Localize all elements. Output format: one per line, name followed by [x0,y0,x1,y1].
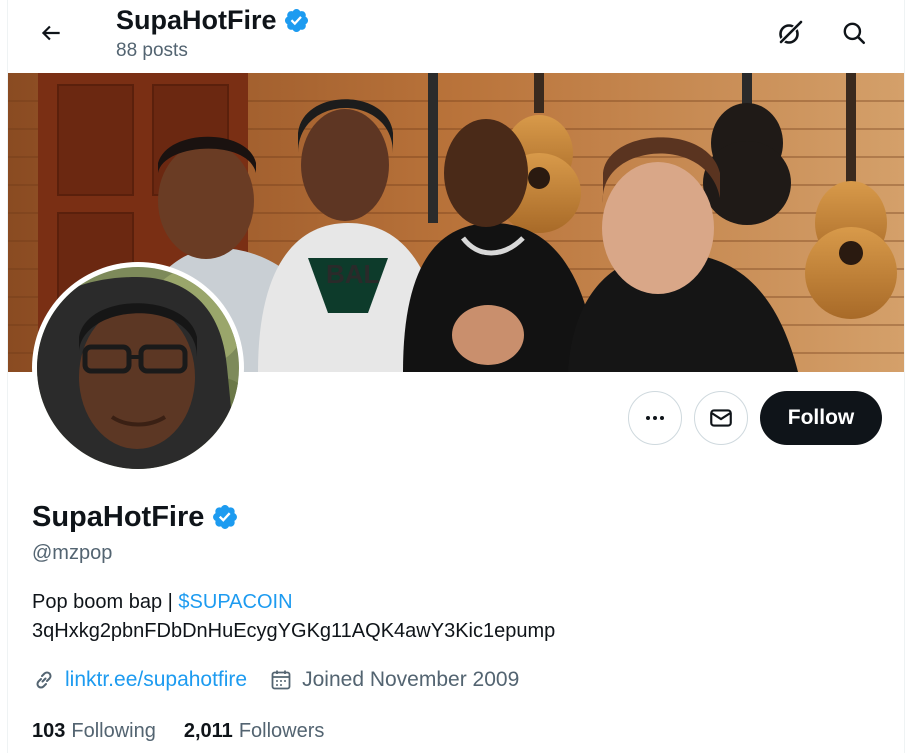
bio-line-2: 3qHxkg2pbnFDbDnHuEcygYGKg11AQK4awY3Kic1e… [32,620,556,642]
page-right-border [904,0,908,753]
avatar-image [37,267,239,469]
profile-display-name: SupaHotFire [32,501,205,533]
profile-avatar[interactable] [32,262,244,474]
profile-meta-row: linktr.ee/supahotfire Joined November 20… [32,666,519,694]
page-left-border [0,0,8,753]
search-icon [843,22,866,45]
grok-icon [778,20,803,45]
calendar-icon [271,670,291,690]
header-title-block: SupaHotFire 88 posts [116,4,310,62]
verified-badge-icon[interactable] [211,503,239,531]
website-item: linktr.ee/supahotfire [32,668,247,692]
followers-link[interactable]: 2,011 Followers [184,718,325,744]
more-horizontal-icon [646,416,664,420]
profile-handle: @mzpop [32,542,113,564]
bio-cashtag-link[interactable]: $SUPACOIN [178,591,292,613]
joined-item: Joined November 2009 [269,668,519,692]
joined-date: Joined November 2009 [302,668,520,691]
following-label: Following [71,720,156,742]
envelope-icon [710,409,732,427]
follow-button[interactable]: Follow [760,391,882,445]
search-button[interactable] [835,14,873,52]
grok-button[interactable] [771,14,809,52]
back-button[interactable] [32,14,70,52]
top-header: SupaHotFire 88 posts [8,0,904,73]
website-link[interactable]: linktr.ee/supahotfire [65,668,247,692]
link-icon [36,671,52,689]
following-link[interactable]: 103 Following [32,718,156,744]
more-options-button[interactable] [628,391,682,445]
arrow-left-icon [41,25,60,41]
profile-name-row: SupaHotFire [32,500,239,534]
bio-text: Pop boom bap | [32,591,179,613]
header-name: SupaHotFire [116,5,277,35]
bio-line-1: Pop boom bap | $SUPACOIN [32,589,293,615]
follow-counts-row: 103 Following 2,011 Followers [32,718,324,744]
followers-count: 2,011 [183,720,233,742]
avatar-photo [37,267,239,469]
svg-text:BAL: BAL [326,259,380,289]
verified-badge-icon [284,8,308,32]
following-count: 103 [32,720,66,742]
header-post-count: 88 posts [116,40,188,61]
message-button[interactable] [694,391,748,445]
followers-label: Followers [238,720,325,742]
